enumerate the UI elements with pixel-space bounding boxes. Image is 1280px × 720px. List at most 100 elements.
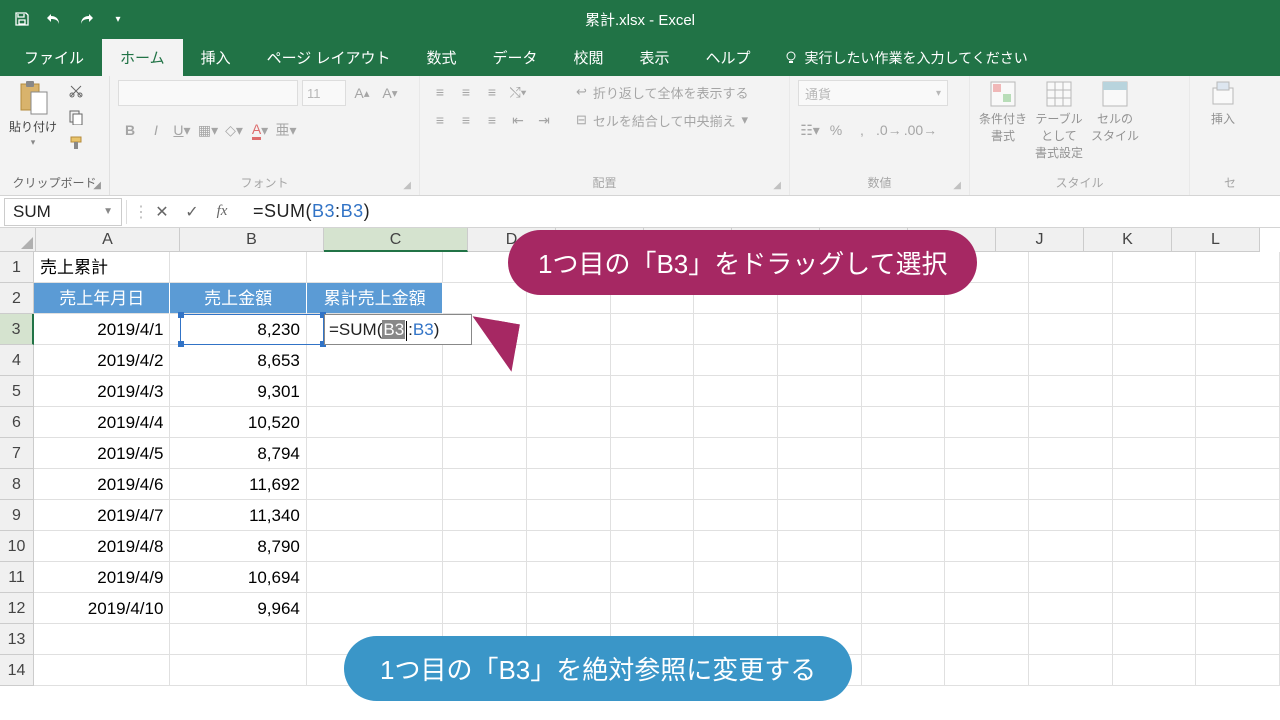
- redo-button[interactable]: [72, 5, 100, 33]
- header-cumulative[interactable]: 累計売上金額: [307, 283, 443, 314]
- cell-date[interactable]: 2019/4/4: [34, 407, 170, 438]
- cell[interactable]: [307, 438, 443, 469]
- cell[interactable]: [945, 345, 1029, 376]
- cell-amount[interactable]: 8,790: [170, 531, 306, 562]
- col-header-L[interactable]: L: [1172, 228, 1260, 252]
- cell[interactable]: [611, 345, 695, 376]
- cell[interactable]: [945, 469, 1029, 500]
- align-bottom-button[interactable]: ≡: [480, 80, 504, 104]
- cell[interactable]: [1113, 624, 1197, 655]
- cell[interactable]: [862, 593, 946, 624]
- orientation-button[interactable]: ⤭▾: [506, 80, 530, 104]
- row-header-13[interactable]: 13: [0, 624, 34, 655]
- cell[interactable]: [778, 562, 862, 593]
- format-as-table-button[interactable]: テーブルとして 書式設定: [1034, 80, 1084, 161]
- qat-customize-icon[interactable]: ▾: [104, 5, 132, 33]
- cell[interactable]: [527, 562, 611, 593]
- col-header-C[interactable]: C: [324, 228, 468, 252]
- cell[interactable]: [443, 593, 527, 624]
- align-top-button[interactable]: ≡: [428, 80, 452, 104]
- dialog-launcher-icon[interactable]: ◢: [403, 180, 411, 191]
- cell[interactable]: [778, 314, 862, 345]
- cell-amount[interactable]: 10,520: [170, 407, 306, 438]
- comma-button[interactable]: ,: [850, 118, 874, 142]
- cell-amount[interactable]: 10,694: [170, 562, 306, 593]
- cell[interactable]: [862, 500, 946, 531]
- cell[interactable]: [862, 624, 946, 655]
- merge-center-button[interactable]: ⊟セルを結合して中央揃え▾: [572, 108, 753, 132]
- cell[interactable]: [862, 469, 946, 500]
- col-header-B[interactable]: B: [180, 228, 324, 252]
- tell-me-search[interactable]: 実行したい作業を入力してください: [769, 40, 1042, 76]
- cell[interactable]: [778, 500, 862, 531]
- font-size-combo[interactable]: 11: [302, 80, 346, 106]
- cell[interactable]: [443, 407, 527, 438]
- cell-date[interactable]: 2019/4/1: [34, 314, 170, 345]
- accounting-format-button[interactable]: ☷▾: [798, 118, 822, 142]
- cell[interactable]: [527, 407, 611, 438]
- cell[interactable]: [945, 376, 1029, 407]
- cell[interactable]: [1029, 531, 1113, 562]
- cell[interactable]: [443, 562, 527, 593]
- tab-data[interactable]: データ: [474, 39, 555, 76]
- row-header-6[interactable]: 6: [0, 407, 34, 438]
- cancel-formula-button[interactable]: ✕: [147, 198, 177, 226]
- row-header-9[interactable]: 9: [0, 500, 34, 531]
- cell-date[interactable]: 2019/4/5: [34, 438, 170, 469]
- tab-review[interactable]: 校閲: [556, 39, 622, 76]
- cell[interactable]: [170, 252, 306, 283]
- row-header-5[interactable]: 5: [0, 376, 34, 407]
- cell[interactable]: [443, 438, 527, 469]
- cell[interactable]: [527, 376, 611, 407]
- cell[interactable]: [443, 531, 527, 562]
- cell[interactable]: [307, 407, 443, 438]
- col-header-A[interactable]: A: [36, 228, 180, 252]
- cell[interactable]: [778, 345, 862, 376]
- cell[interactable]: [1113, 283, 1197, 314]
- row-header-11[interactable]: 11: [0, 562, 34, 593]
- row-header-4[interactable]: 4: [0, 345, 34, 376]
- conditional-format-button[interactable]: 条件付き 書式: [978, 80, 1028, 144]
- cell[interactable]: [1113, 438, 1197, 469]
- cell-amount[interactable]: 9,301: [170, 376, 306, 407]
- insert-cells-button[interactable]: 挿入: [1198, 80, 1248, 127]
- cell[interactable]: [1029, 562, 1113, 593]
- bold-button[interactable]: B: [118, 118, 142, 142]
- cell[interactable]: [307, 345, 443, 376]
- row-header-3[interactable]: 3: [0, 314, 34, 345]
- cell[interactable]: [34, 624, 170, 655]
- decrease-decimal-button[interactable]: .00→: [904, 118, 937, 142]
- number-format-combo[interactable]: 通貨▾: [798, 80, 948, 106]
- cell[interactable]: [945, 655, 1029, 686]
- cell[interactable]: [1113, 469, 1197, 500]
- undo-button[interactable]: [40, 5, 68, 33]
- cell[interactable]: [694, 531, 778, 562]
- border-button[interactable]: ▦▾: [196, 118, 220, 142]
- cell[interactable]: [611, 593, 695, 624]
- insert-function-button[interactable]: fx: [207, 198, 237, 226]
- tab-page-layout[interactable]: ページ レイアウト: [249, 39, 409, 76]
- italic-button[interactable]: I: [144, 118, 168, 142]
- cell[interactable]: [862, 314, 946, 345]
- cell[interactable]: [862, 407, 946, 438]
- cell[interactable]: [1196, 376, 1280, 407]
- format-painter-button[interactable]: [64, 132, 88, 154]
- cell[interactable]: [778, 531, 862, 562]
- copy-button[interactable]: [64, 106, 88, 128]
- cell[interactable]: [611, 314, 695, 345]
- cell[interactable]: [1113, 562, 1197, 593]
- cell[interactable]: [1029, 252, 1113, 283]
- cell[interactable]: [443, 469, 527, 500]
- increase-indent-button[interactable]: ⇥: [532, 108, 556, 132]
- tab-view[interactable]: 表示: [622, 39, 688, 76]
- cell[interactable]: [1029, 655, 1113, 686]
- row-header-12[interactable]: 12: [0, 593, 34, 624]
- cell[interactable]: [1196, 655, 1280, 686]
- cell[interactable]: [945, 407, 1029, 438]
- cell[interactable]: [443, 283, 527, 314]
- tab-insert[interactable]: 挿入: [183, 39, 249, 76]
- cell[interactable]: [945, 624, 1029, 655]
- cell[interactable]: [1029, 438, 1113, 469]
- cell[interactable]: [1196, 407, 1280, 438]
- cell[interactable]: [1029, 500, 1113, 531]
